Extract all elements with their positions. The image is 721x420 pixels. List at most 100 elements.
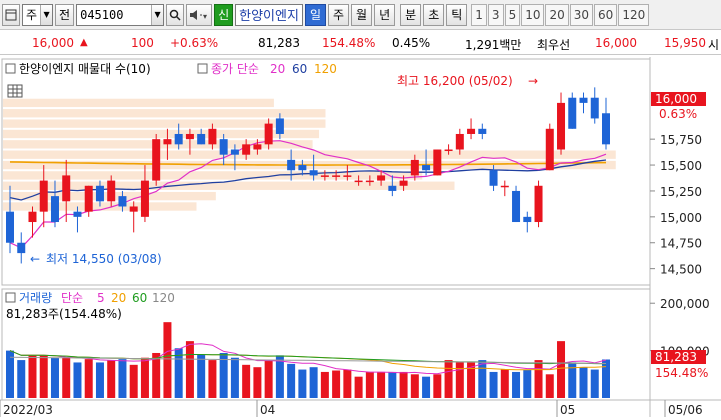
volume-bar [84, 359, 93, 398]
candle-up [28, 211, 37, 223]
volume-bar [422, 376, 431, 398]
volume-bar [140, 357, 149, 398]
volume-bar [208, 360, 217, 398]
candle-up [107, 180, 116, 202]
legend-checkbox[interactable] [5, 63, 16, 74]
volume-bar [309, 367, 318, 398]
stock-code-input[interactable] [77, 5, 152, 24]
search-button[interactable] [166, 3, 185, 26]
price-pct-tag: 0.63% [659, 107, 697, 121]
volume-profile-band [3, 98, 274, 108]
price-tag: 16,000 [655, 92, 697, 106]
volume-bar [28, 355, 37, 398]
candle-down [478, 128, 487, 134]
interval-button[interactable]: 60 [594, 3, 618, 26]
ma-legend-checkbox[interactable] [197, 63, 208, 74]
trade-value: 1,291백만 [465, 38, 522, 52]
speaker-icon: ▾ [190, 9, 207, 21]
candle-down [118, 196, 127, 207]
candle-down [219, 139, 228, 155]
price-axis-label: 14,500 [660, 263, 702, 277]
price-axis-label: 14,750 [660, 237, 702, 251]
candle-up [354, 180, 363, 183]
volume-ma-label: 단순 [61, 291, 83, 305]
market-type-select[interactable]: 주 ▼ [22, 3, 54, 26]
volume-bar [410, 374, 419, 398]
bid-label: 최우선 [537, 38, 571, 52]
volume-pct-tag: 154.48% [655, 366, 708, 380]
price-axis-label: 15,500 [660, 159, 702, 173]
volume-value: 81,283 [258, 36, 300, 50]
volume-bar [39, 355, 48, 398]
interval-button[interactable]: 30 [569, 3, 594, 26]
chevron-down-icon[interactable]: ▼ [40, 4, 53, 25]
candle-down [579, 97, 588, 103]
period-tab[interactable]: 월 [351, 3, 373, 26]
layout-icon[interactable] [2, 3, 20, 26]
volume-bar [320, 371, 329, 398]
grid-toggle-icon[interactable] [7, 84, 23, 98]
candle-down [73, 211, 82, 217]
vol-ma5-legend: 5 [97, 291, 105, 305]
candle-down [512, 190, 521, 223]
interval-button[interactable]: 5 [504, 3, 521, 26]
chevron-down-icon[interactable]: ▼ [151, 4, 164, 25]
volume-bar [377, 371, 386, 398]
period-tab[interactable]: 분 [400, 3, 422, 26]
period-tab[interactable]: 주 [328, 3, 350, 26]
volume-bar [298, 369, 307, 398]
interval-button[interactable]: 10 [521, 3, 545, 26]
right-arrow-icon: → [528, 74, 538, 88]
candle-up [343, 175, 352, 177]
ask-price: 16,000 [595, 36, 637, 50]
vol-ma120-legend: 120 [152, 291, 175, 305]
market-type-short-button[interactable]: 전 [55, 3, 75, 26]
period-tab[interactable]: 틱 [446, 3, 468, 26]
volume-bar [455, 362, 464, 398]
candle-down [197, 133, 206, 145]
interval-button[interactable]: 1 [471, 3, 487, 26]
sound-button[interactable]: ▾ [186, 3, 213, 26]
svg-text:▾: ▾ [203, 12, 207, 21]
x-axis-label: 2022/03 [3, 403, 53, 417]
volume-bar [343, 369, 352, 398]
volume-bar [523, 369, 532, 398]
interval-button[interactable]: 120 [618, 3, 650, 26]
stock-code-combo[interactable]: ▼ [76, 3, 165, 26]
interval-button[interactable]: 20 [545, 3, 569, 26]
candle-down [95, 185, 104, 202]
period-tab[interactable]: 초 [423, 3, 445, 26]
volume-profile-band [3, 109, 326, 118]
volume-bar [433, 374, 442, 398]
price-axis-label: 15,250 [660, 185, 702, 199]
period-tab[interactable]: 년 [374, 3, 396, 26]
period-tab[interactable]: 일 [304, 3, 326, 26]
stock-chart[interactable]: 15,750 15,500 15,250 15,000 14,750 14,500 200,… [0, 57, 721, 417]
volume-bar [62, 357, 71, 398]
volume-ratio: 154.48% [322, 36, 376, 50]
interval-buttons: 1 3 5 10 20 30 60 120 [471, 3, 650, 26]
volume-bar [478, 360, 487, 398]
current-price: 16,000 [32, 36, 74, 50]
volume-legend-title: 거래량 [19, 291, 52, 305]
bid-price: 15,950 [664, 36, 706, 50]
volume-bar [185, 341, 194, 398]
candle-down [6, 211, 14, 243]
candle-up [242, 144, 251, 155]
candle-down [489, 170, 498, 186]
volume-bar [95, 362, 104, 398]
volume-legend-checkbox[interactable] [5, 292, 16, 303]
vol-ma20-legend: 20 [111, 291, 126, 305]
candle-up [455, 133, 464, 150]
quote-bar: 16,000 ▲ 100 +0.63% 81,283 154.48% 0.45%… [0, 31, 721, 55]
interval-button[interactable]: 3 [487, 3, 504, 26]
volume-bar [365, 371, 374, 398]
chart-area[interactable]: 15,750 15,500 15,250 15,000 14,750 14,500 200,… [0, 57, 721, 417]
price-change-pct: +0.63% [170, 36, 219, 50]
x-axis-label: 05/06 [668, 403, 703, 417]
volume-bar [590, 369, 599, 398]
candle-down [568, 97, 577, 129]
candle-up [264, 123, 273, 145]
up-arrow-icon: ▲ [80, 37, 88, 48]
candle-up [557, 102, 566, 150]
